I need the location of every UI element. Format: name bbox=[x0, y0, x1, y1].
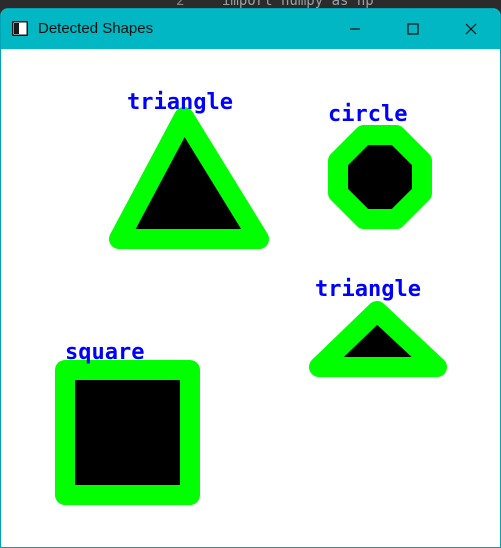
shapes-drawing: triangle circle triangle square bbox=[55, 90, 447, 505]
close-button[interactable] bbox=[448, 9, 494, 49]
window-app-icon bbox=[12, 21, 28, 36]
detected-shapes-window: Detected Shapes triangle circle triangle… bbox=[0, 8, 501, 548]
shape-label-circle: circle bbox=[328, 102, 407, 127]
shape-triangle-small bbox=[309, 301, 447, 377]
maximize-icon bbox=[407, 23, 419, 35]
minimize-button[interactable] bbox=[332, 9, 378, 49]
shape-circle-octagon bbox=[328, 125, 432, 229]
minimize-icon bbox=[350, 28, 360, 30]
maximize-button[interactable] bbox=[390, 9, 436, 49]
shape-label-triangle-2: triangle bbox=[315, 277, 421, 302]
shape-triangle-large bbox=[109, 107, 269, 249]
shapes-image-canvas: triangle circle triangle square bbox=[1, 49, 500, 547]
window-titlebar[interactable]: Detected Shapes bbox=[1, 9, 500, 49]
shape-square bbox=[55, 360, 200, 505]
shape-label-triangle-1: triangle bbox=[127, 90, 233, 115]
close-icon bbox=[465, 23, 477, 35]
window-title: Detected Shapes bbox=[38, 20, 154, 37]
shape-label-square: square bbox=[65, 340, 144, 365]
